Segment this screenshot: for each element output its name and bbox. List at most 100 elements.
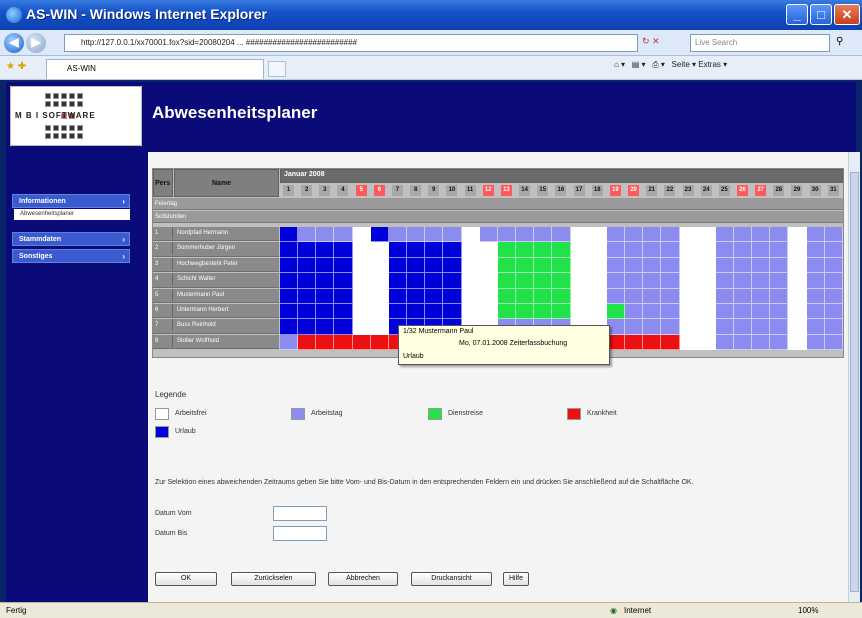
- day-cell[interactable]: [334, 304, 353, 320]
- day-cell[interactable]: [497, 227, 517, 243]
- employee-row[interactable]: 3 Hochwegbesteht Peter: [153, 257, 279, 273]
- day-cell[interactable]: [770, 242, 789, 258]
- day-cell[interactable]: [280, 334, 299, 351]
- day-cell[interactable]: [516, 227, 535, 243]
- day-cell[interactable]: [679, 242, 698, 258]
- day-cell[interactable]: [661, 319, 680, 335]
- day-cell[interactable]: [752, 319, 771, 335]
- day-cell[interactable]: [370, 242, 389, 258]
- sidebar-item-stammdaten[interactable]: Stammdaten ›: [12, 232, 130, 246]
- day-cell[interactable]: [516, 273, 535, 289]
- day-cell[interactable]: [806, 334, 825, 351]
- day-cell[interactable]: [461, 257, 480, 274]
- employee-row[interactable]: 8 Stoller Wolfhold: [153, 334, 279, 350]
- day-cell[interactable]: [734, 319, 753, 335]
- day-cell[interactable]: [734, 288, 753, 304]
- day-cell[interactable]: [298, 334, 317, 351]
- day-cell[interactable]: [770, 227, 789, 243]
- day-cell[interactable]: [479, 273, 498, 289]
- day-cell[interactable]: [316, 319, 335, 335]
- day-cell[interactable]: [425, 257, 444, 274]
- day-cell[interactable]: [316, 334, 335, 351]
- day-cell[interactable]: [552, 288, 571, 304]
- day-cell[interactable]: [298, 227, 317, 243]
- favorites-star-icon[interactable]: ★ ✚: [6, 61, 26, 72]
- day-cell[interactable]: [824, 227, 843, 243]
- day-cell[interactable]: [570, 242, 589, 258]
- sidebar-item-sonstiges[interactable]: Sonstiges ›: [12, 249, 130, 263]
- day-cell[interactable]: [534, 273, 553, 289]
- day-cell[interactable]: [752, 288, 771, 304]
- day-cell[interactable]: [461, 227, 480, 243]
- day-cell[interactable]: [497, 273, 517, 289]
- day-cell[interactable]: [534, 304, 553, 320]
- day-cell[interactable]: [806, 257, 825, 274]
- day-cell[interactable]: [334, 288, 353, 304]
- day-cell[interactable]: [625, 242, 644, 258]
- feeds-icon[interactable]: ▤ ▾: [632, 60, 646, 69]
- day-cell[interactable]: [552, 227, 571, 243]
- day-cell[interactable]: [425, 273, 444, 289]
- day-cell[interactable]: [534, 242, 553, 258]
- day-cell[interactable]: [334, 273, 353, 289]
- day-cell[interactable]: [316, 273, 335, 289]
- day-cell[interactable]: [734, 242, 753, 258]
- day-cell[interactable]: [407, 304, 426, 320]
- day-cell[interactable]: [606, 227, 626, 243]
- day-cell[interactable]: [824, 257, 843, 274]
- day-cell[interactable]: [388, 304, 408, 320]
- day-cell[interactable]: [752, 227, 771, 243]
- day-cell[interactable]: [661, 242, 680, 258]
- day-cell[interactable]: [570, 273, 589, 289]
- day-cell[interactable]: [352, 273, 371, 289]
- day-cell[interactable]: [643, 242, 662, 258]
- cancel-button[interactable]: Abbrechen: [328, 572, 398, 586]
- day-cell[interactable]: [425, 304, 444, 320]
- day-cell[interactable]: [352, 242, 371, 258]
- search-input[interactable]: Live Search: [690, 34, 830, 52]
- day-cell[interactable]: [388, 227, 408, 243]
- day-cell[interactable]: [661, 257, 680, 274]
- employee-row[interactable]: 1 Nordpfad Hermann: [153, 227, 279, 242]
- day-cell[interactable]: [280, 304, 299, 320]
- day-cell[interactable]: [534, 257, 553, 274]
- day-cell[interactable]: [443, 288, 462, 304]
- day-cell[interactable]: [479, 257, 498, 274]
- day-cell[interactable]: [697, 273, 716, 289]
- day-cell[interactable]: [461, 273, 480, 289]
- day-cell[interactable]: [643, 304, 662, 320]
- day-cell[interactable]: [752, 304, 771, 320]
- day-cell[interactable]: [770, 257, 789, 274]
- day-cell[interactable]: [606, 242, 626, 258]
- day-cell[interactable]: [370, 273, 389, 289]
- day-cell[interactable]: [334, 242, 353, 258]
- day-cell[interactable]: [388, 273, 408, 289]
- day-cell[interactable]: [298, 257, 317, 274]
- day-cell[interactable]: [824, 273, 843, 289]
- day-cell[interactable]: [824, 334, 843, 351]
- employee-row[interactable]: 7 Buss Reinhold: [153, 319, 279, 334]
- day-cell[interactable]: [824, 288, 843, 304]
- day-cell[interactable]: [388, 257, 408, 274]
- day-cell[interactable]: [788, 227, 807, 243]
- day-cell[interactable]: [770, 273, 789, 289]
- day-cell[interactable]: [625, 288, 644, 304]
- day-cell[interactable]: [570, 227, 589, 243]
- day-cell[interactable]: [806, 227, 825, 243]
- vertical-scrollbar[interactable]: [848, 152, 860, 602]
- day-cell[interactable]: [788, 319, 807, 335]
- help-button[interactable]: Hilfe: [503, 572, 529, 586]
- day-cell[interactable]: [734, 334, 753, 351]
- day-cell[interactable]: [697, 334, 716, 351]
- day-cell[interactable]: [806, 273, 825, 289]
- zoom-level[interactable]: 100%: [798, 603, 818, 618]
- day-cell[interactable]: [370, 304, 389, 320]
- day-cell[interactable]: [516, 242, 535, 258]
- day-cell[interactable]: [407, 273, 426, 289]
- day-cell[interactable]: [479, 288, 498, 304]
- ok-button[interactable]: OK: [155, 572, 217, 586]
- day-cell[interactable]: [788, 288, 807, 304]
- day-cell[interactable]: [316, 227, 335, 243]
- day-cell[interactable]: [715, 257, 734, 274]
- day-cell[interactable]: [697, 257, 716, 274]
